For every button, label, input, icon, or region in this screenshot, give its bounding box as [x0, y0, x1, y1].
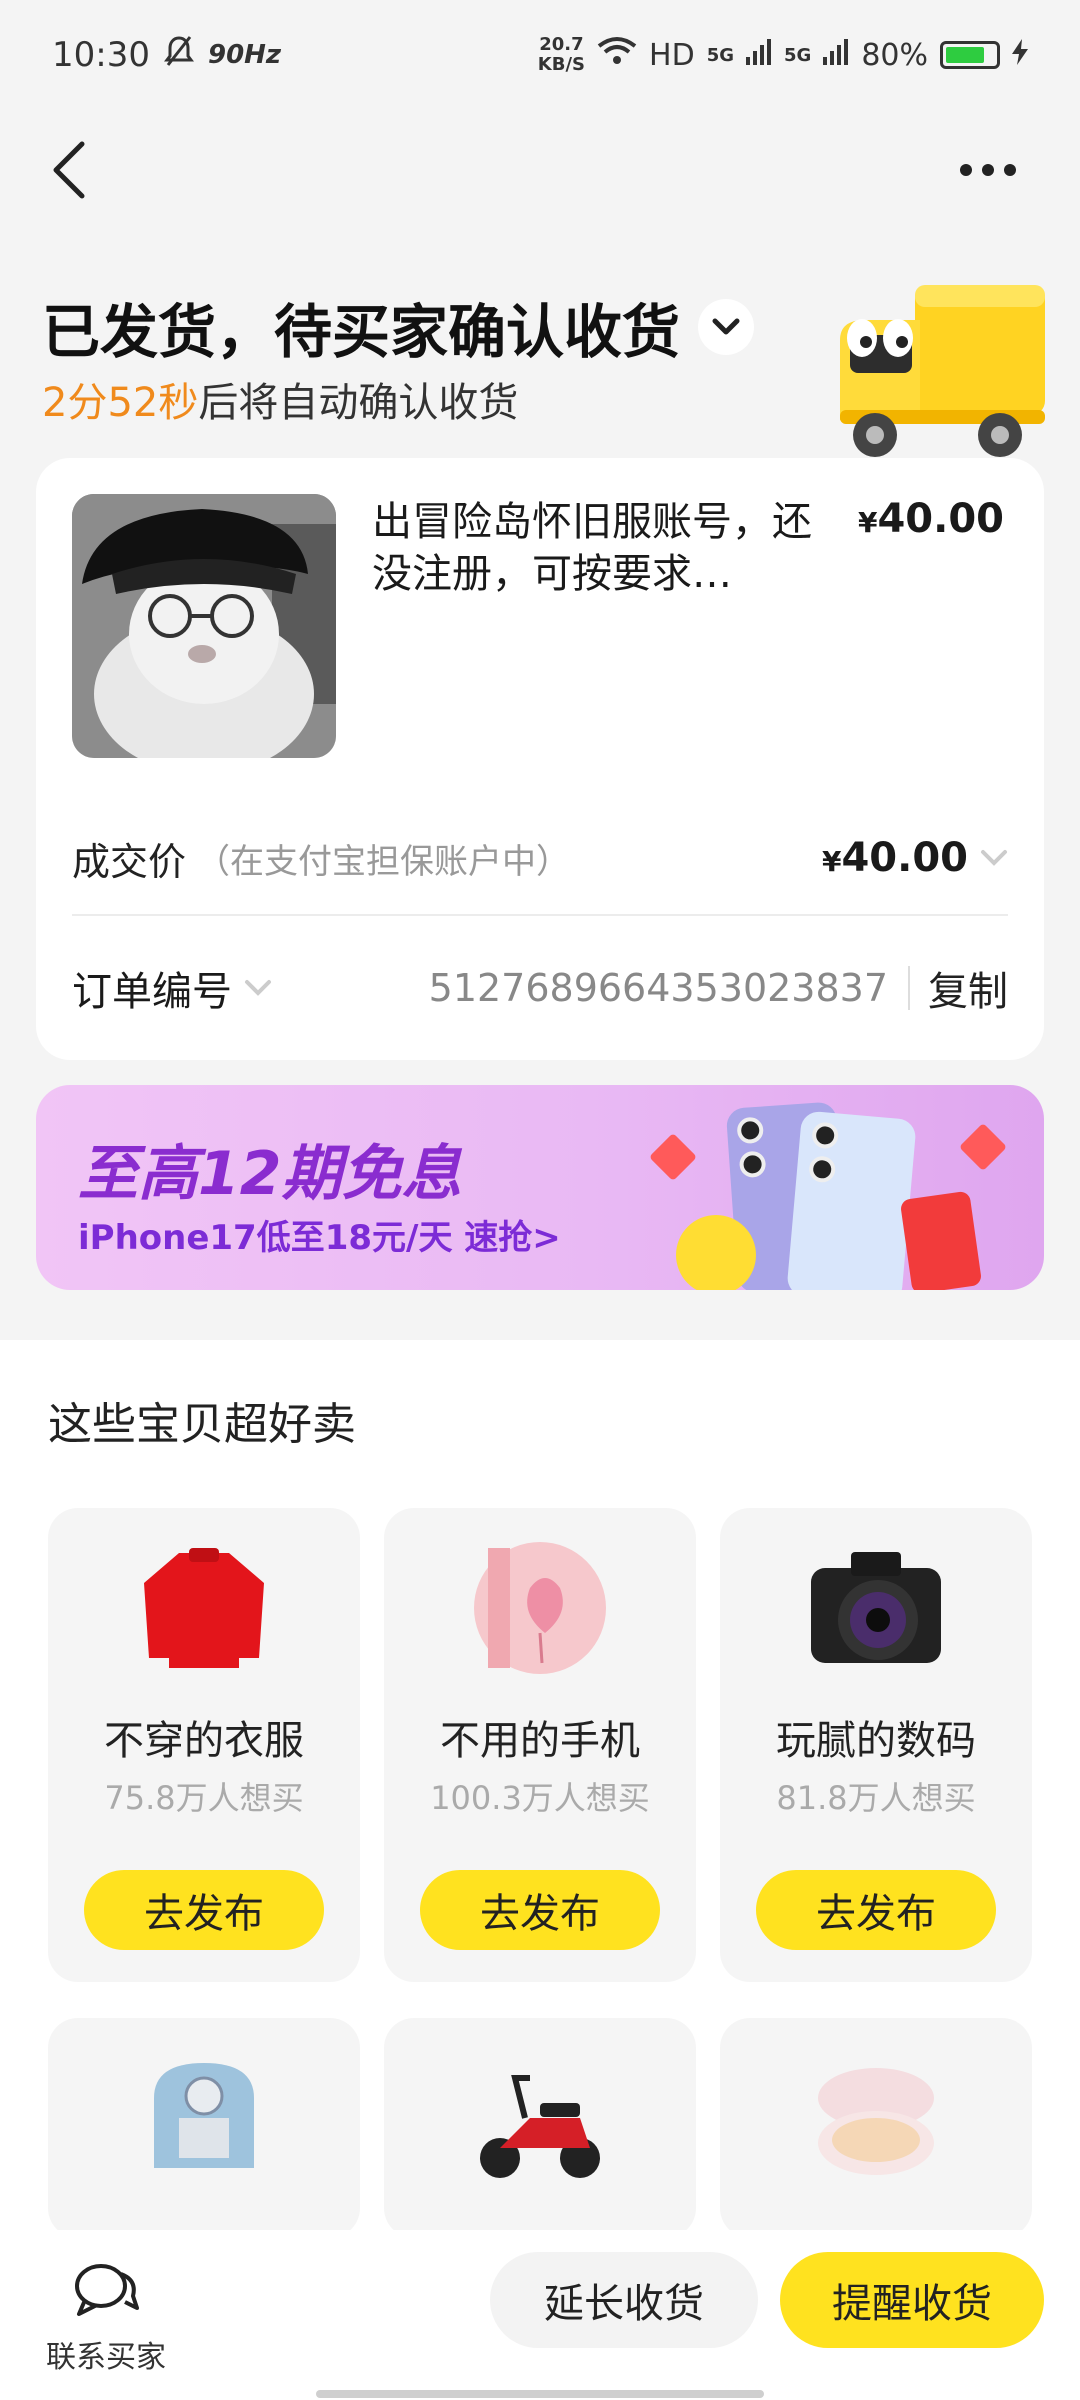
reco-card-phone[interactable]: 不用的手机 100.3万人想买 去发布 — [384, 1508, 696, 1982]
deal-note: （在支付宝担保账户中） — [196, 841, 571, 882]
signal-icon — [746, 38, 772, 73]
remind-receipt-button[interactable]: 提醒收货 — [780, 2252, 1044, 2348]
order-number-label[interactable]: 订单编号 — [72, 959, 272, 1017]
section-title: 这些宝贝超好卖 — [48, 1399, 356, 1450]
post-button[interactable]: 去发布 — [420, 1870, 660, 1950]
chevron-down-icon — [981, 850, 1007, 866]
contact-buyer-button[interactable]: 联系买家 — [46, 2260, 166, 2376]
coupon-icon — [648, 1132, 698, 1182]
mute-bell-icon — [163, 35, 194, 76]
charging-icon — [1012, 38, 1028, 73]
mascot-icon — [676, 1215, 756, 1290]
delivery-truck-icon — [820, 280, 1050, 465]
cushion-compact-icon — [818, 2068, 934, 2175]
clock: 10:30 — [52, 35, 150, 75]
status-bar: 10:30 90Hz 20.7 KB/S HD 5G 5G 80% — [0, 0, 1080, 110]
red-packet-icon — [899, 1190, 983, 1290]
status-text: 已发货，待买家确认收货 — [42, 298, 681, 366]
signal-icon — [823, 38, 849, 73]
battery-level — [946, 47, 985, 63]
more-dot-icon — [1004, 164, 1016, 176]
refresh-rate: 90Hz — [207, 40, 282, 70]
reco-card-clothes[interactable]: 不穿的衣服 75.8万人想买 去发布 — [48, 1508, 360, 1982]
chat-bubble-icon — [75, 2264, 139, 2316]
deal-price: ¥40.00 — [822, 835, 1008, 881]
battery-icon — [940, 41, 1000, 69]
net-speed: 20.7 KB/S — [537, 34, 586, 75]
more-options-button[interactable] — [960, 150, 1030, 190]
order-number: 5127689664353023837 — [429, 966, 910, 1010]
battery-percent: 80% — [861, 37, 928, 73]
promo-banner[interactable]: 至高12期免息 iPhone17低至18元/天 速抢> — [36, 1085, 1044, 1290]
order-number-row: 订单编号 5127689664353023837 复制 — [72, 948, 1008, 1028]
copy-button[interactable]: 复制 — [910, 959, 1008, 1017]
product-price: ¥40.00 — [857, 496, 1004, 542]
bottom-action-bar: 联系买家 延长收货 提醒收货 — [0, 2230, 1080, 2400]
promo-title: 至高12期免息 — [78, 1139, 462, 1209]
coupon-icon — [958, 1122, 1008, 1172]
extend-receipt-button[interactable]: 延长收货 — [490, 2252, 758, 2348]
reco-card-cosmetics[interactable] — [720, 2018, 1032, 2238]
armchair-icon — [154, 2063, 254, 2168]
promo-subtitle: iPhone17低至18元/天 速抢> — [78, 1218, 561, 1258]
post-button[interactable]: 去发布 — [756, 1870, 996, 1950]
deal-price-row[interactable]: 成交价 （在支付宝担保账户中） ¥40.00 — [72, 818, 1008, 898]
deal-label: 成交价 — [72, 839, 187, 884]
order-status-title[interactable]: 已发货，待买家确认收货 — [42, 285, 755, 369]
auto-confirm-countdown: 2分52秒后将自动确认收货 — [42, 370, 518, 428]
network-type: HD — [649, 37, 695, 73]
more-dot-icon — [960, 164, 972, 176]
signal-5g-2: 5G — [784, 44, 812, 66]
product-title[interactable]: 出冒险岛怀旧服账号，还没注册，可按要求… — [372, 496, 832, 600]
camera-icon — [811, 1552, 941, 1663]
phone-image — [786, 1110, 917, 1290]
wifi-icon — [597, 36, 637, 74]
divider — [72, 914, 1008, 916]
countdown-time: 2分52秒 — [42, 380, 199, 426]
product-image[interactable] — [72, 494, 336, 758]
chevron-down-icon — [245, 980, 271, 996]
back-arrow-icon — [53, 141, 85, 199]
sweater-icon — [144, 1548, 264, 1668]
more-dot-icon — [982, 164, 994, 176]
top-nav — [0, 130, 1080, 210]
back-button[interactable] — [50, 140, 100, 200]
reco-card-furniture[interactable] — [48, 2018, 360, 2238]
home-indicator[interactable] — [316, 2390, 764, 2398]
scooter-icon — [480, 2075, 600, 2178]
chevron-down-icon — [712, 318, 740, 335]
post-button[interactable]: 去发布 — [84, 1870, 324, 1950]
reco-card-scooter[interactable] — [384, 2018, 696, 2238]
order-card: 出冒险岛怀旧服账号，还没注册，可按要求… ¥40.00 成交价 （在支付宝担保账… — [36, 458, 1044, 1060]
signal-5g-1: 5G — [706, 44, 734, 66]
expand-status-button[interactable] — [698, 299, 755, 355]
phone-case-icon — [474, 1542, 606, 1674]
countdown-suffix: 后将自动确认收货 — [198, 380, 519, 426]
reco-card-digital[interactable]: 玩腻的数码 81.8万人想买 去发布 — [720, 1508, 1032, 1982]
